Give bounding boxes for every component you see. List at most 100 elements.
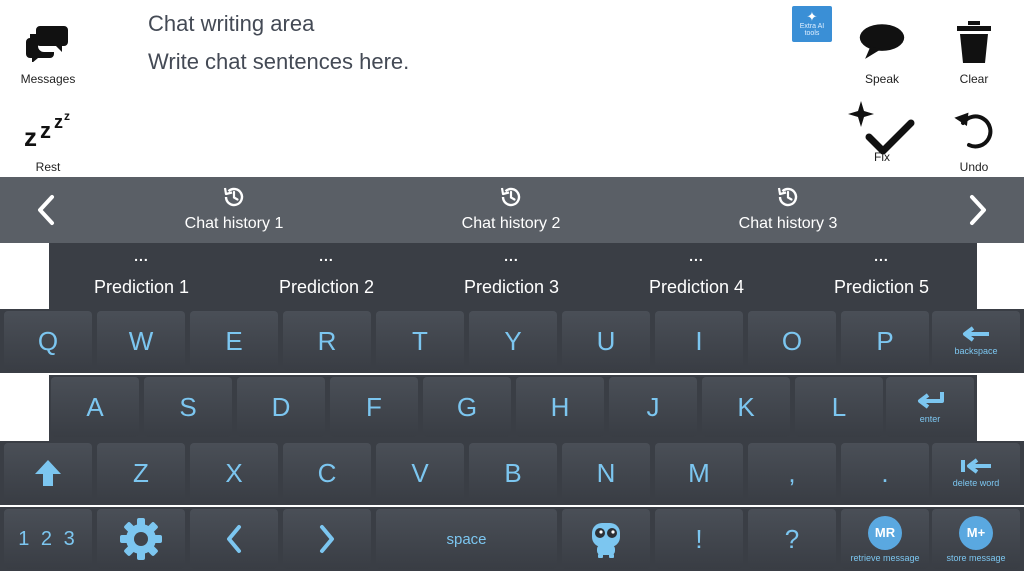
fix-label: Fix	[874, 150, 890, 164]
prediction-item-3[interactable]: ... Prediction 3	[419, 243, 604, 309]
chat-writing-area[interactable]: Chat writing area Write chat sentences h…	[148, 8, 768, 168]
history-clock-icon	[223, 187, 244, 207]
shift-key[interactable]	[4, 443, 92, 503]
trash-icon	[950, 18, 998, 66]
speak-button[interactable]: Speak	[840, 4, 924, 88]
on-screen-keyboard: Q W E R T Y U I O P backspace A S D F G …	[0, 309, 1024, 576]
svg-text:z: z	[24, 122, 37, 148]
key-s[interactable]: S	[144, 377, 232, 437]
retrieve-message-label: retrieve message	[850, 552, 920, 563]
prediction-label: Prediction 1	[93, 277, 190, 297]
chat-history-label: Chat history 2	[461, 215, 561, 232]
prediction-label: Prediction 5	[833, 277, 930, 297]
key-w[interactable]: W	[97, 311, 185, 371]
rest-button[interactable]: z z z z Rest	[6, 92, 90, 176]
delete-word-label: delete word	[952, 478, 1000, 488]
backspace-key[interactable]: backspace	[932, 311, 1020, 371]
key-k[interactable]: K	[702, 377, 790, 437]
chat-history-item-2[interactable]: Chat history 2	[411, 177, 611, 243]
history-clock-icon	[500, 187, 521, 207]
key-l[interactable]: L	[795, 377, 883, 437]
history-next-button[interactable]	[932, 177, 1024, 243]
retrieve-message-key[interactable]: MR retrieve message	[841, 509, 929, 569]
prediction-item-5[interactable]: ... Prediction 5	[789, 243, 974, 309]
gear-icon	[120, 518, 162, 560]
key-q[interactable]: Q	[4, 311, 92, 371]
key-x[interactable]: X	[190, 443, 278, 503]
more-dots-icon[interactable]: ...	[319, 249, 334, 263]
key-t[interactable]: T	[376, 311, 464, 371]
cursor-right-key[interactable]	[283, 509, 371, 569]
cursor-left-key[interactable]	[190, 509, 278, 569]
chat-history-item-3[interactable]: Chat history 3	[688, 177, 888, 243]
undo-button[interactable]: Undo	[932, 92, 1016, 176]
top-panel: Messages z z z z Rest Chat writing area …	[0, 0, 1024, 177]
prediction-item-2[interactable]: ... Prediction 2	[234, 243, 419, 309]
key-comma[interactable]: ,	[748, 443, 836, 503]
key-a[interactable]: A	[51, 377, 139, 437]
enter-label: enter	[919, 414, 941, 424]
prediction-label: Prediction 4	[648, 277, 745, 297]
history-prev-button[interactable]	[0, 177, 92, 243]
rest-label: Rest	[35, 160, 61, 174]
store-message-key[interactable]: M+ store message	[932, 509, 1020, 569]
key-r[interactable]: R	[283, 311, 371, 371]
delete-word-key[interactable]: delete word	[932, 443, 1020, 503]
messages-button[interactable]: Messages	[6, 4, 90, 88]
key-period[interactable]: .	[841, 443, 929, 503]
key-f[interactable]: F	[330, 377, 418, 437]
key-m[interactable]: M	[655, 443, 743, 503]
svg-text:z: z	[40, 118, 51, 143]
numbers-key[interactable]: 1 2 3	[4, 509, 92, 569]
key-c[interactable]: C	[283, 443, 371, 503]
key-i[interactable]: I	[655, 311, 743, 371]
extra-ai-tools-button[interactable]: ✦ Extra AI tools	[792, 6, 832, 42]
numbers-label: 1 2 3	[18, 527, 78, 550]
extra-ai-label: Extra AI tools	[799, 23, 825, 37]
space-key[interactable]: space	[376, 509, 557, 569]
speech-bubble-icon	[858, 18, 906, 66]
more-dots-icon[interactable]: ...	[134, 249, 149, 263]
clear-button[interactable]: Clear	[932, 4, 1016, 88]
settings-key[interactable]	[97, 509, 185, 569]
chevron-left-icon	[38, 195, 54, 225]
chat-history-label: Chat history 1	[184, 215, 284, 232]
prediction-label: Prediction 3	[463, 277, 560, 297]
prediction-item-1[interactable]: ... Prediction 1	[49, 243, 234, 309]
key-h[interactable]: H	[516, 377, 604, 437]
avatar-key[interactable]	[562, 509, 650, 569]
key-j[interactable]: J	[609, 377, 697, 437]
chat-history-item-1[interactable]: Chat history 1	[134, 177, 334, 243]
key-n[interactable]: N	[562, 443, 650, 503]
key-e[interactable]: E	[190, 311, 278, 371]
retrieve-message-badge: MR	[868, 515, 902, 550]
fix-button[interactable]: Fix	[840, 92, 924, 176]
exclamation-key[interactable]: !	[655, 509, 743, 569]
svg-text:z: z	[54, 112, 63, 132]
chevron-left-icon	[227, 525, 241, 553]
more-dots-icon[interactable]: ...	[874, 249, 889, 263]
shift-arrow-icon	[35, 460, 61, 486]
key-d[interactable]: D	[237, 377, 325, 437]
history-clock-icon	[777, 187, 798, 207]
chat-history-bar: Chat history 1 Chat history 2 Chat histo…	[0, 177, 1024, 243]
key-p[interactable]: P	[841, 311, 929, 371]
more-dots-icon[interactable]: ...	[504, 249, 519, 263]
key-v[interactable]: V	[376, 443, 464, 503]
key-o[interactable]: O	[748, 311, 836, 371]
more-dots-icon[interactable]: ...	[689, 249, 704, 263]
messages-label: Messages	[20, 72, 76, 86]
chevron-right-icon	[970, 195, 986, 225]
key-z[interactable]: Z	[97, 443, 185, 503]
prediction-label: Prediction 2	[278, 277, 375, 297]
key-b[interactable]: B	[469, 443, 557, 503]
enter-key[interactable]: enter	[886, 377, 974, 437]
question-key[interactable]: ?	[748, 509, 836, 569]
key-g[interactable]: G	[423, 377, 511, 437]
sleep-zzz-icon: z z z z	[24, 106, 72, 154]
prediction-item-4[interactable]: ... Prediction 4	[604, 243, 789, 309]
key-u[interactable]: U	[562, 311, 650, 371]
key-y[interactable]: Y	[469, 311, 557, 371]
chat-area-text: Write chat sentences here.	[148, 49, 410, 74]
keyboard-row-1: Q W E R T Y U I O P backspace	[0, 309, 1024, 373]
